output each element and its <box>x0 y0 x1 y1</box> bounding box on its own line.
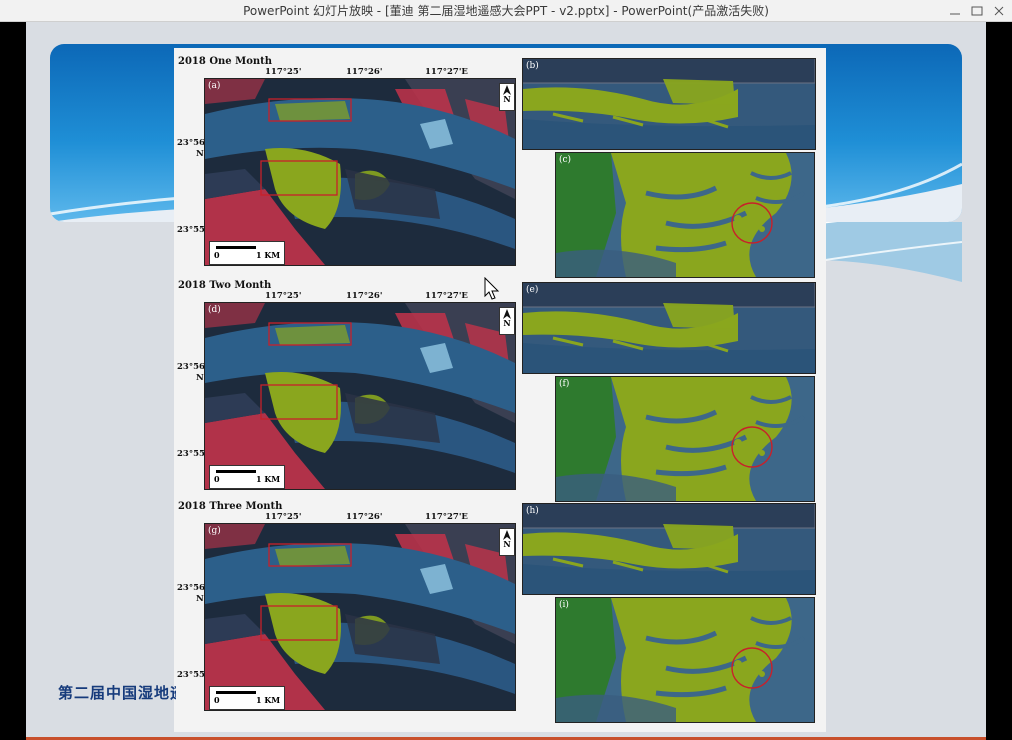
scale-label: 1 KM <box>256 695 281 705</box>
right-letterbox <box>986 22 1012 740</box>
lat-label-n: N <box>196 594 204 604</box>
maximize-icon[interactable] <box>968 4 986 18</box>
panel-tag: (h) <box>526 506 539 516</box>
detail-map-bottom: (c) <box>555 152 815 278</box>
overview-map: (d) N 0 1 KM <box>204 302 516 490</box>
lat-label: 23°55' <box>177 225 208 235</box>
scale-zero: 0 <box>214 695 220 705</box>
north-arrow-icon: N <box>499 307 515 335</box>
panel-tag: (f) <box>559 379 570 389</box>
north-label: N <box>503 539 511 549</box>
lat-label-n: N <box>196 373 204 383</box>
close-icon[interactable] <box>990 4 1008 18</box>
scale-zero: 0 <box>214 250 220 260</box>
panel-tag: (g) <box>208 526 221 536</box>
lat-label-n: N <box>196 149 204 159</box>
north-arrow-icon: N <box>499 83 515 111</box>
lon-label: 117°26' <box>346 67 383 77</box>
detail-map-top: (e) <box>522 282 816 374</box>
scale-label: 1 KM <box>256 474 281 484</box>
footer-conference-name: 第二届中国湿地遥感大会 <box>58 684 176 702</box>
scale-bar: 0 1 KM <box>209 465 285 489</box>
mouse-pointer-icon <box>484 277 500 300</box>
lat-label: 23°55' <box>177 670 208 680</box>
section-title: 2018 Two Month <box>178 280 272 291</box>
window-title-bar: PowerPoint 幻灯片放映 - [董迪 第二届湿地遥感大会PPT - v2… <box>0 0 1012 22</box>
detail-map-bottom: (f) <box>555 376 815 502</box>
panel-tag: (a) <box>208 81 221 91</box>
overview-map: (a) N 0 1 KM <box>204 78 516 266</box>
lat-label: 23°56' <box>177 138 208 148</box>
lat-label: 23°56' <box>177 362 208 372</box>
panel-tag: (e) <box>526 285 539 295</box>
lon-label: 117°25' <box>265 512 302 522</box>
panel-tag: (i) <box>559 600 569 610</box>
lon-label: 117°26' <box>346 291 383 301</box>
detail-map-bottom: (i) <box>555 597 815 723</box>
scale-bar: 0 1 KM <box>209 686 285 710</box>
lon-label: 117°25' <box>265 291 302 301</box>
lon-label: 117°25' <box>265 67 302 77</box>
lon-label: 117°27'E <box>425 67 468 77</box>
detail-map-top: (b) <box>522 58 816 150</box>
lon-label: 117°27'E <box>425 512 468 522</box>
section-title: 2018 One Month <box>178 56 273 67</box>
panel-tag: (d) <box>208 305 221 315</box>
detail-map-top: (h) <box>522 503 816 595</box>
north-label: N <box>503 94 511 104</box>
lat-label: 23°56' <box>177 583 208 593</box>
section-title: 2018 Three Month <box>178 501 283 512</box>
window-title: PowerPoint 幻灯片放映 - [董迪 第二届湿地遥感大会PPT - v2… <box>243 4 769 18</box>
lat-label: 23°55' <box>177 449 208 459</box>
minimize-icon[interactable] <box>946 4 964 18</box>
scale-bar: 0 1 KM <box>209 241 285 265</box>
scale-zero: 0 <box>214 474 220 484</box>
lon-label: 117°27'E <box>425 291 468 301</box>
overview-map: (g) N 0 1 KM <box>204 523 516 711</box>
lon-label: 117°26' <box>346 512 383 522</box>
left-letterbox <box>0 22 26 740</box>
panel-tag: (c) <box>559 155 572 165</box>
north-arrow-icon: N <box>499 528 515 556</box>
panel-tag: (b) <box>526 61 539 71</box>
scale-label: 1 KM <box>256 250 281 260</box>
north-label: N <box>503 318 511 328</box>
